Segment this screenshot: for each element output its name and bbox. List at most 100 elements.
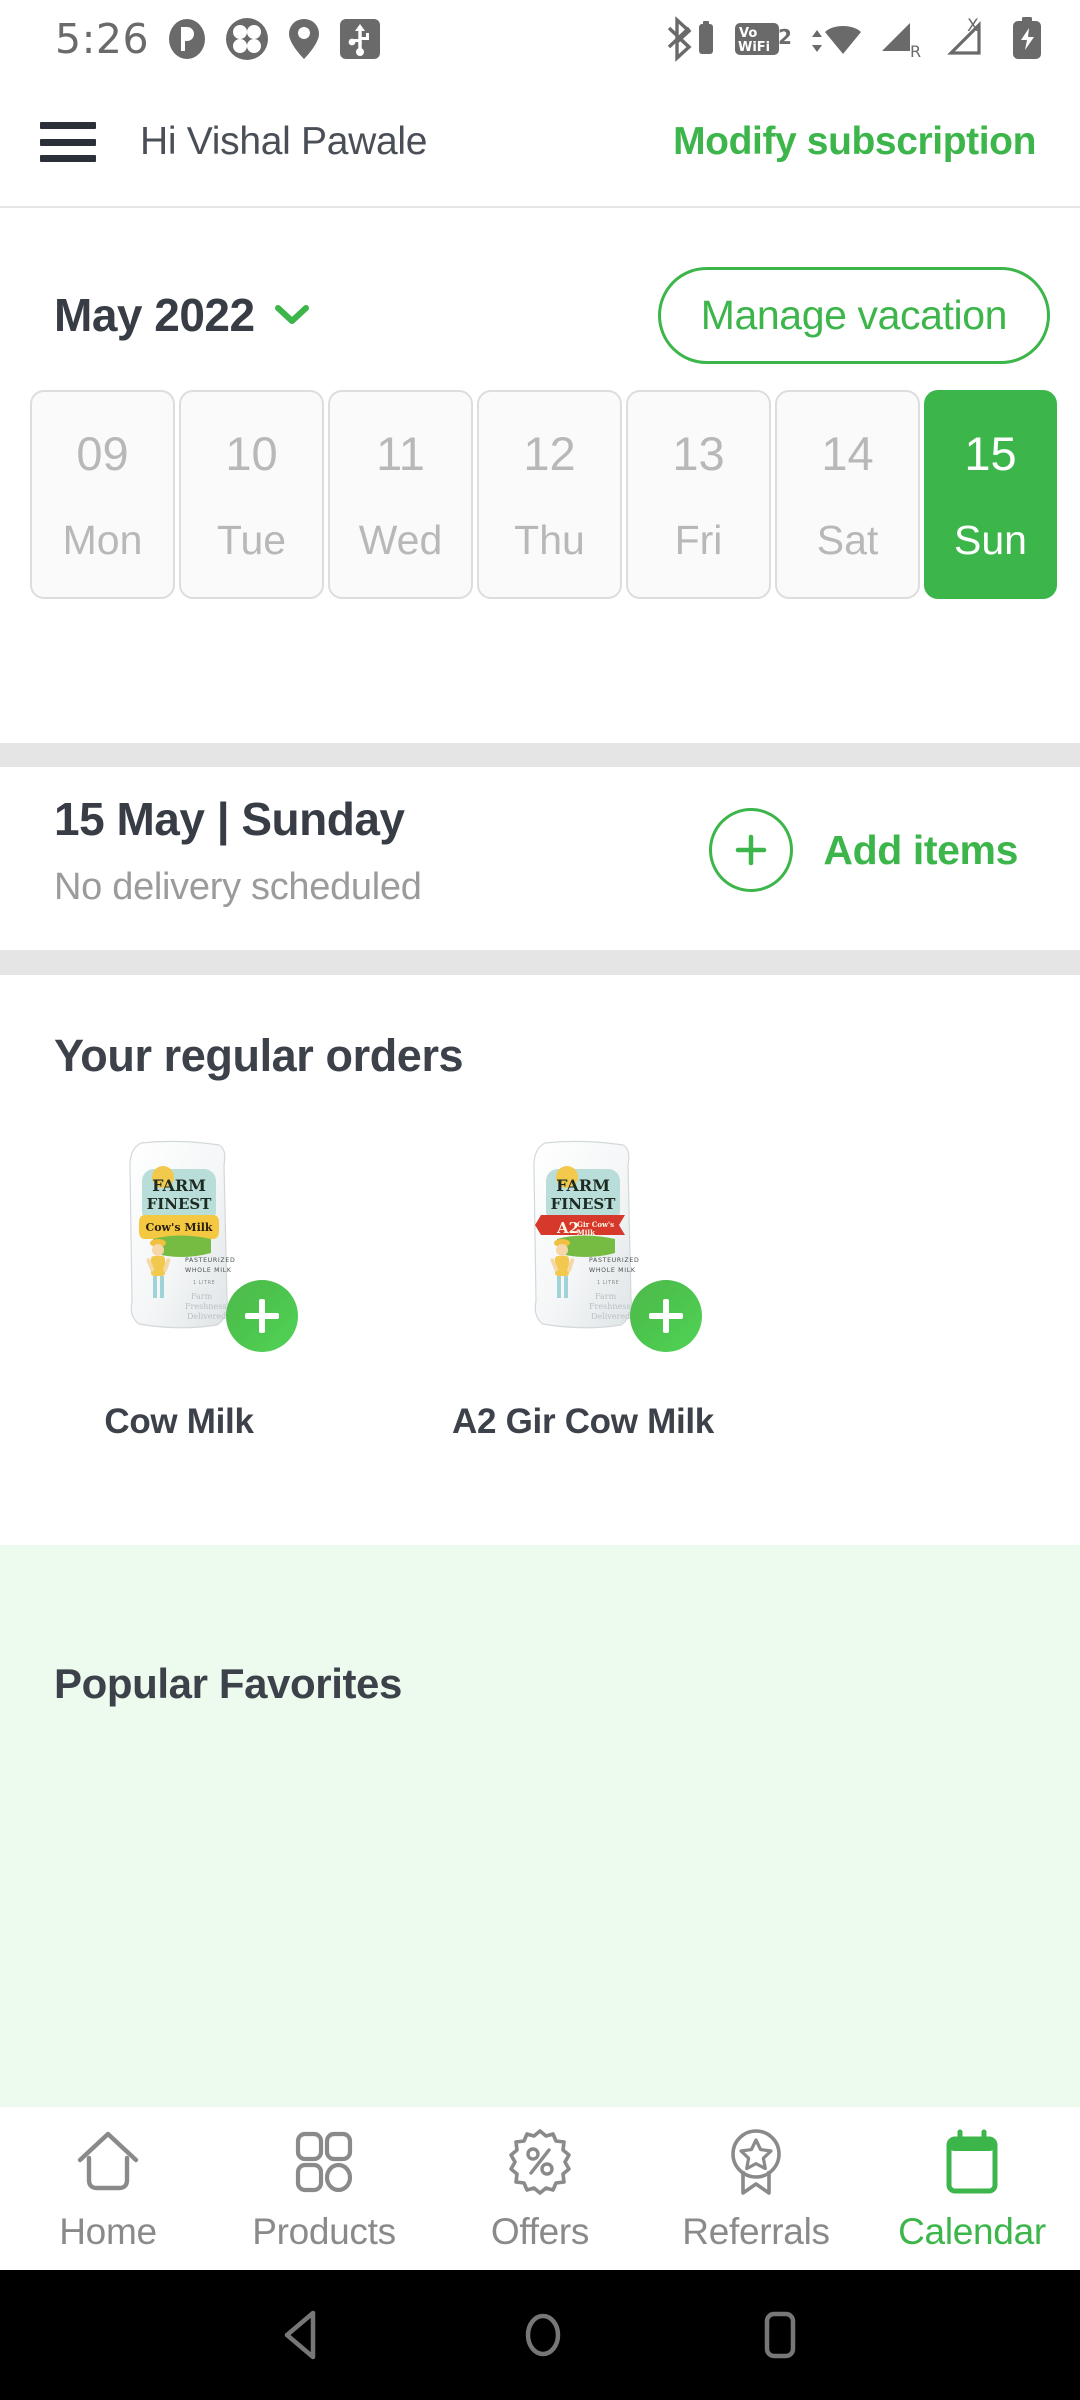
packet-sub2: WHOLE MILK: [589, 1267, 636, 1274]
status-bar-right: Vo WiFi 2 R X: [665, 16, 1080, 62]
section-divider-top: [0, 743, 1080, 767]
recents-square-icon[interactable]: [757, 2307, 803, 2363]
hamburger-bar: [40, 138, 96, 146]
date-number: 11: [376, 426, 425, 480]
hamburger-bar: [40, 122, 96, 129]
delivery-date-title: 15 May | Sunday: [54, 793, 405, 845]
volte-wifi2-icon: Vo WiFi 2: [735, 23, 792, 55]
product-image-wrap: FARM FINEST Cow's Milk PASTEURIZED WHOLE…: [54, 1130, 304, 1352]
add-product-button[interactable]: [226, 1280, 298, 1352]
nav-item-offers[interactable]: Offers: [440, 2127, 640, 2253]
date-number: 09: [76, 426, 129, 480]
plus-circle-icon: [709, 808, 794, 892]
month-label: May 2022: [54, 289, 255, 341]
milk-packet-icon: FARM FINEST Cow's Milk PASTEURIZED WHOLE…: [129, 1140, 235, 1329]
nav-item-calendar[interactable]: Calendar: [872, 2127, 1072, 2253]
packet-variant: A2: [556, 1219, 579, 1237]
calendar-icon: [936, 2127, 1008, 2197]
regular-orders-section: Your regular orders FARM FINEST Cow's Mi…: [0, 975, 1080, 1545]
packet-tag3: Delivered: [187, 1312, 226, 1321]
date-cell-10[interactable]: 10 Tue: [179, 390, 324, 599]
nav-label: Referrals: [682, 2211, 830, 2252]
packet-tag2: Freshness: [589, 1302, 630, 1311]
user-greeting: Hi Vishal Pawale: [140, 120, 428, 163]
date-strip[interactable]: 09 Mon 10 Tue 11 Wed 12 Thu 13 Fri 14 Sa…: [0, 390, 1080, 605]
nav-item-referrals[interactable]: Referrals: [656, 2127, 856, 2253]
date-number: 12: [523, 426, 576, 480]
packet-size: 1 LITRE: [193, 1280, 215, 1286]
packet-tag1: Farm: [191, 1292, 213, 1301]
status-clock: 5:26: [55, 15, 150, 63]
chevron-down-icon: [274, 305, 309, 324]
location-pin-icon: [289, 19, 320, 59]
bottom-navigation: Home Products Offers Referrals Calendar: [0, 2107, 1080, 2270]
packet-sub1: PASTEURIZED: [589, 1257, 639, 1264]
home-icon: [72, 2127, 144, 2197]
status-bar-left: 5:26: [0, 15, 381, 63]
usb-icon: [340, 19, 381, 59]
packet-tag2: Freshness: [185, 1302, 226, 1311]
app-screen: 5:26 Vo WiFi 2 R X Hi Vishal Pawale Modi…: [0, 0, 1080, 2400]
battery-charging-icon: [1013, 17, 1041, 59]
date-cell-14[interactable]: 14 Sat: [775, 390, 920, 599]
month-selector[interactable]: May 2022: [54, 288, 309, 342]
date-weekday: Tue: [216, 516, 287, 563]
percent-badge-icon: [504, 2127, 576, 2197]
product-card-a2-gir-cow-milk[interactable]: FARM FINEST A2 Gir Cow's Milk PASTEURIZE…: [452, 1130, 714, 1442]
add-product-button[interactable]: [630, 1280, 702, 1352]
date-cell-12[interactable]: 12 Thu: [477, 390, 622, 599]
packet-brand-line1: FARM: [152, 1176, 206, 1195]
date-number: 14: [821, 426, 874, 480]
wifi-icon: [812, 26, 861, 54]
status-bar: 5:26 Vo WiFi 2 R X: [0, 0, 1080, 78]
packet-tag1: Farm: [595, 1292, 617, 1301]
date-weekday: Fri: [674, 516, 723, 563]
month-row: May 2022 Manage vacation: [0, 245, 1080, 385]
date-cell-15-selected[interactable]: 15 Sun: [924, 390, 1057, 599]
date-number: 15: [964, 426, 1017, 480]
hamburger-bar: [40, 155, 96, 162]
packet-tag3: Delivered: [591, 1312, 630, 1321]
product-card-cow-milk[interactable]: FARM FINEST Cow's Milk PASTEURIZED WHOLE…: [54, 1130, 304, 1442]
signal-no-sim-icon: X: [947, 17, 981, 55]
manage-vacation-button[interactable]: Manage vacation: [657, 266, 1050, 364]
home-circle-icon[interactable]: [519, 2307, 567, 2363]
regular-orders-list: FARM FINEST Cow's Milk PASTEURIZED WHOLE…: [54, 1130, 714, 1442]
nav-label: Home: [59, 2211, 157, 2252]
add-items-label: Add items: [823, 826, 1018, 873]
modify-subscription-link[interactable]: Modify subscription: [673, 120, 1036, 164]
packet-brand-line2: FINEST: [551, 1195, 617, 1213]
do-not-disturb-icon: [169, 19, 206, 59]
add-items-button[interactable]: Add items: [709, 808, 1018, 892]
date-number: 13: [672, 426, 725, 480]
packet-size: 1 LITRE: [597, 1280, 619, 1286]
back-triangle-icon[interactable]: [277, 2307, 329, 2363]
svg-text:X: X: [967, 17, 979, 36]
section-divider-mid: [0, 950, 1080, 975]
packet-brand-line2: FINEST: [147, 1195, 213, 1213]
svg-text:WiFi: WiFi: [738, 40, 770, 55]
date-number: 10: [225, 426, 278, 480]
date-cell-13[interactable]: 13 Fri: [626, 390, 771, 599]
date-weekday: Sun: [954, 516, 1027, 563]
nav-label: Offers: [490, 2211, 590, 2252]
packet-sub1: PASTEURIZED: [185, 1257, 235, 1264]
product-image-wrap: FARM FINEST A2 Gir Cow's Milk PASTEURIZE…: [458, 1130, 708, 1352]
milk-packet-icon: FARM FINEST A2 Gir Cow's Milk PASTEURIZE…: [533, 1140, 639, 1329]
delivery-info: 15 May | Sunday No delivery scheduled: [54, 792, 422, 909]
nav-item-products[interactable]: Products: [224, 2127, 424, 2253]
product-name: A2 Gir Cow Milk: [452, 1402, 714, 1441]
popular-favorites-title: Popular Favorites: [54, 1660, 402, 1707]
date-cell-09[interactable]: 09 Mon: [30, 390, 175, 599]
date-cell-11[interactable]: 11 Wed: [328, 390, 473, 599]
nav-item-home[interactable]: Home: [8, 2127, 208, 2253]
date-weekday: Sat: [816, 516, 879, 563]
svg-text:Vo: Vo: [739, 26, 757, 41]
regular-orders-title: Your regular orders: [54, 1030, 464, 1081]
hamburger-menu-icon[interactable]: [40, 122, 96, 162]
svg-text:2: 2: [778, 25, 792, 49]
flower-clover-icon: [226, 18, 269, 60]
date-weekday: Thu: [514, 516, 585, 563]
date-weekday: Wed: [358, 516, 443, 563]
svg-text:R: R: [910, 42, 921, 61]
